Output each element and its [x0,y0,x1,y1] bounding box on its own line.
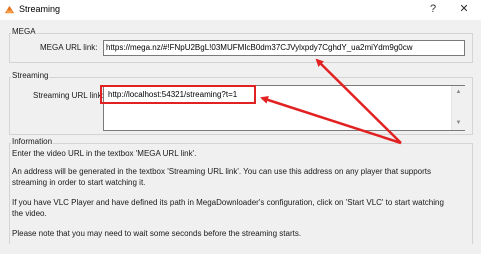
arrow-to-streaming-url [260,96,402,145]
annotation-arrows [260,58,402,145]
